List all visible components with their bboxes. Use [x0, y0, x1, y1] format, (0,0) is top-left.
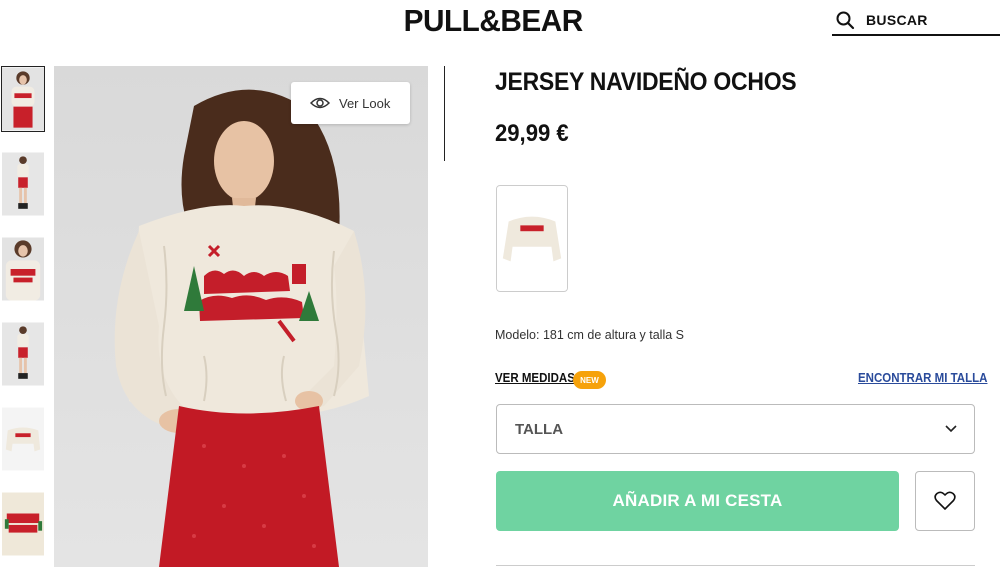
thumbnail-1[interactable] — [1, 66, 45, 132]
thumbnail-2[interactable] — [1, 151, 45, 217]
thumbnail-image — [2, 152, 44, 216]
thumbnail-image — [2, 407, 44, 471]
search-icon[interactable] — [835, 10, 855, 30]
encontrar-talla-link[interactable]: ENCONTRAR MI TALLA — [858, 371, 987, 385]
model-photo — [54, 66, 428, 567]
product-main-image[interactable] — [54, 66, 428, 567]
size-select[interactable]: TALLA — [496, 404, 975, 454]
size-select-label: TALLA — [515, 420, 564, 438]
thumbnail-image — [2, 322, 44, 386]
thumbnail-image — [2, 492, 44, 556]
ver-medidas-link[interactable]: VER MEDIDAS — [495, 371, 575, 385]
product-price: 29,99 € — [495, 120, 569, 147]
thumbnail-6[interactable] — [1, 491, 45, 557]
eye-icon — [310, 97, 330, 109]
add-to-cart-button[interactable]: AÑADIR A MI CESTA — [496, 471, 899, 531]
brand-logo[interactable]: PULL&BEAR — [404, 3, 584, 39]
search-bar[interactable]: BUSCAR — [832, 6, 1000, 36]
ver-look-button[interactable]: Ver Look — [291, 82, 410, 124]
thumbnail-5[interactable] — [1, 406, 45, 472]
thumbnail-3[interactable] — [1, 236, 45, 302]
ver-look-label: Ver Look — [339, 95, 391, 111]
thumbnail-4[interactable] — [1, 321, 45, 387]
wishlist-button[interactable] — [915, 471, 975, 531]
chevron-down-icon — [945, 425, 957, 433]
thumbnail-image — [2, 67, 44, 131]
color-swatch-image — [497, 186, 567, 291]
thumbnail-image — [2, 237, 44, 301]
search-label[interactable]: BUSCAR — [866, 12, 928, 28]
heart-icon — [934, 491, 956, 510]
product-title: JERSEY NAVIDEÑO OCHOS — [495, 68, 797, 96]
divider — [444, 66, 445, 161]
color-swatch[interactable] — [496, 185, 568, 292]
divider — [496, 565, 975, 566]
model-info: Modelo: 181 cm de altura y talla S — [495, 328, 684, 342]
new-badge: NEW — [573, 371, 606, 389]
